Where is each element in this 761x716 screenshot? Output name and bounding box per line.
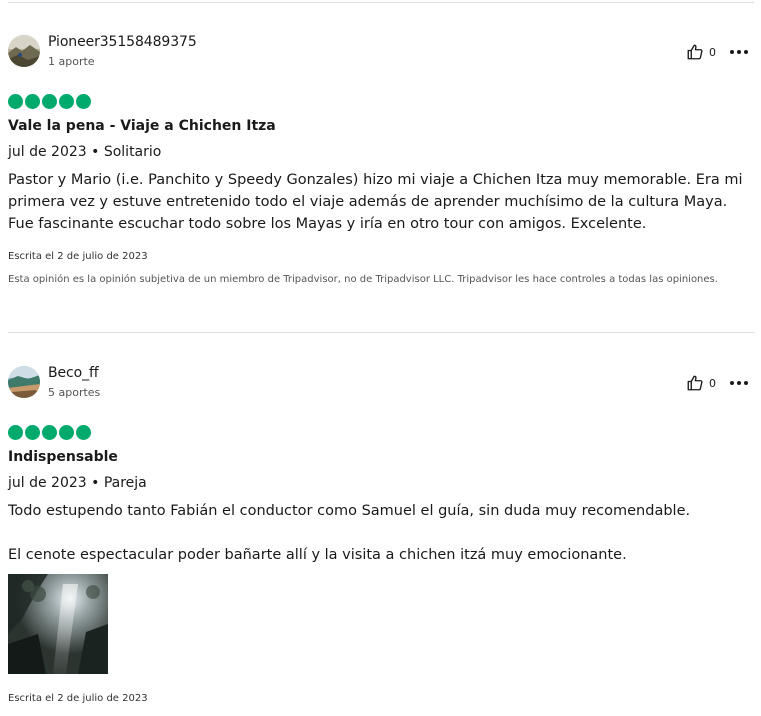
review-meta: jul de 2023 • Pareja xyxy=(8,475,147,491)
review-title[interactable]: Vale la pena - Viaje a Chichen Itza xyxy=(8,118,276,134)
rating-bubbles xyxy=(8,425,91,440)
rating-bubble xyxy=(42,94,57,109)
review-disclaimer: Esta opinión es la opinión subjetiva de … xyxy=(8,274,718,285)
review-card: Beco_ff 5 aportes 0 Indispensable jul de… xyxy=(8,365,754,716)
likes-count: 0 xyxy=(709,376,716,390)
avatar[interactable] xyxy=(8,366,40,398)
rating-bubble xyxy=(25,94,40,109)
review-body: Pastor y Mario (i.e. Panchito y Speedy G… xyxy=(8,172,743,232)
rating-bubble xyxy=(59,94,74,109)
review-actions: 0 xyxy=(686,43,748,61)
rating-bubble xyxy=(25,425,40,440)
likes-count: 0 xyxy=(709,45,716,59)
review-card: Pioneer35158489375 1 aporte 0 Vale la pe… xyxy=(8,34,754,305)
written-date: Escrita el 2 de julio de 2023 xyxy=(8,693,148,704)
review-divider xyxy=(8,332,754,333)
avatar[interactable] xyxy=(8,35,40,67)
rating-bubble xyxy=(8,94,23,109)
review-divider xyxy=(8,2,754,3)
contributions-count: 1 aporte xyxy=(48,55,95,68)
review-actions: 0 xyxy=(686,374,748,392)
written-date: Escrita el 2 de julio de 2023 xyxy=(8,251,148,262)
contributions-count: 5 aportes xyxy=(48,386,101,399)
more-options-icon[interactable] xyxy=(730,50,748,54)
review-title[interactable]: Indispensable xyxy=(8,449,118,465)
more-options-icon[interactable] xyxy=(730,381,748,385)
review-meta: jul de 2023 • Solitario xyxy=(8,144,162,160)
username[interactable]: Pioneer35158489375 xyxy=(48,34,197,50)
rating-bubble xyxy=(42,425,57,440)
rating-bubble xyxy=(59,425,74,440)
review-photo[interactable] xyxy=(8,574,108,674)
username[interactable]: Beco_ff xyxy=(48,365,99,381)
rating-bubble xyxy=(8,425,23,440)
rating-bubbles xyxy=(8,94,91,109)
thumbs-up-icon[interactable] xyxy=(686,374,704,392)
rating-bubble xyxy=(76,94,91,109)
review-body-paragraph: Todo estupendo tanto Fabián el conductor… xyxy=(8,503,691,519)
rating-bubble xyxy=(76,425,91,440)
review-body-paragraph: El cenote espectacular poder bañarte all… xyxy=(8,547,627,563)
thumbs-up-icon[interactable] xyxy=(686,43,704,61)
